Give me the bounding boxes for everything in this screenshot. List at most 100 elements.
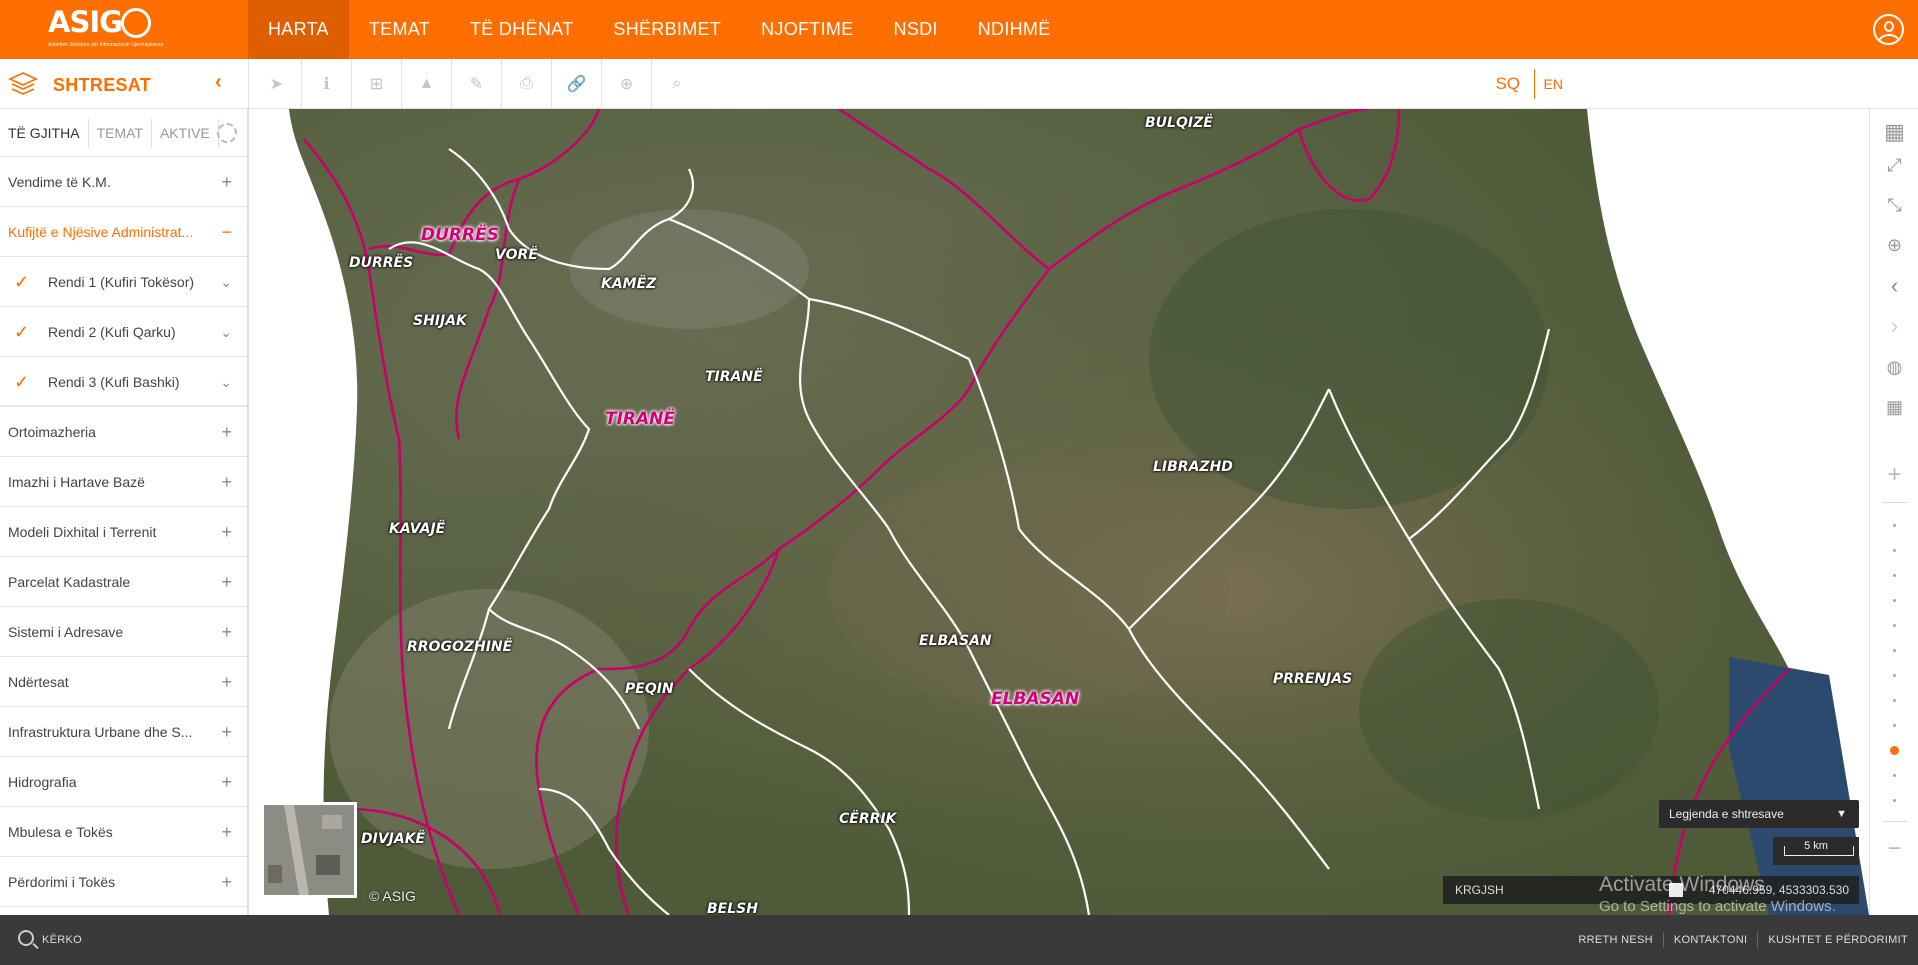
zoom-extent-icon[interactable]: ⤡ xyxy=(1870,195,1918,216)
tab-themes[interactable]: TEMAT xyxy=(89,118,152,147)
previous-extent-icon[interactable]: ‹ xyxy=(1870,273,1918,299)
grid-icon[interactable]: ▦ xyxy=(1870,397,1918,418)
nav-njoftime[interactable]: NJOFTIME xyxy=(741,0,873,59)
map-label: CËRRIK xyxy=(839,811,897,827)
tab-active[interactable]: AKTIVE xyxy=(152,118,219,147)
fullscreen-icon[interactable]: ⤢ xyxy=(1870,155,1918,176)
layer-group-row[interactable]: Infrastruktura Urbane dhe S... + xyxy=(0,707,247,757)
expand-icon[interactable]: + xyxy=(221,707,232,757)
nav-te-dhenat[interactable]: TË DHËNAT xyxy=(450,0,593,59)
windows-watermark-title: Activate Windows xyxy=(1599,873,1765,896)
collapse-icon[interactable]: − xyxy=(221,207,232,257)
expand-icon[interactable]: + xyxy=(221,157,232,207)
info-icon[interactable]: ℹ xyxy=(302,59,352,109)
footer-link-terms[interactable]: KUSHTET E PËRDORIMIT xyxy=(1757,932,1918,948)
layers-sidebar: TË GJITHA TEMAT AKTIVE Vendime të K.M. + … xyxy=(0,109,249,915)
copyright-text: © ASIG xyxy=(369,888,416,904)
nav-ndihme[interactable]: NDIHMË xyxy=(958,0,1071,59)
globe-icon[interactable]: ◍ xyxy=(1870,357,1918,378)
nav-harta[interactable]: HARTA xyxy=(248,0,349,59)
main-nav: HARTA TEMAT TË DHËNAT SHËRBIMET NJOFTIME… xyxy=(248,0,1071,59)
zoom-level-dot[interactable] xyxy=(1893,774,1896,777)
layer-group-row[interactable]: Hidrografia + xyxy=(0,757,247,807)
zoom-out-button[interactable]: − xyxy=(1870,835,1918,863)
legend-dropdown[interactable]: Legjenda e shtresave ▼ xyxy=(1659,800,1859,828)
search-icon[interactable] xyxy=(18,930,34,946)
tab-all[interactable]: TË GJITHA xyxy=(0,118,89,147)
map-canvas[interactable]: DURRËS DURRËS VORË KAMËZ SHIJAK BULQIZË … xyxy=(249,109,1869,915)
lang-sq[interactable]: SQ xyxy=(1495,74,1520,94)
expand-icon[interactable]: + xyxy=(221,557,232,607)
chevron-down-icon[interactable]: ⌄ xyxy=(220,357,232,407)
layer-group-row[interactable]: Modeli Dixhital i Terrenit + xyxy=(0,507,247,557)
logo-ring xyxy=(121,8,151,38)
layer-group-row[interactable]: Përdorimi i Tokës + xyxy=(0,857,247,907)
layer-group-row[interactable]: Vendime të K.M. + xyxy=(0,157,247,207)
footer-link-contact[interactable]: KONTAKTONI xyxy=(1662,932,1758,948)
zoom-level-dot[interactable] xyxy=(1893,599,1896,602)
expand-icon[interactable]: + xyxy=(221,607,232,657)
zoom-level-dot[interactable] xyxy=(1893,574,1896,577)
profile-icon[interactable]: ▲ xyxy=(402,59,452,109)
chevron-down-icon[interactable]: ⌄ xyxy=(220,257,232,307)
nav-temat[interactable]: TEMAT xyxy=(349,0,450,59)
map-label: BULQIZË xyxy=(1145,115,1213,131)
zoom-level-dot[interactable] xyxy=(1893,699,1896,702)
expand-icon[interactable]: + xyxy=(221,507,232,557)
search-icon[interactable]: ⌕ xyxy=(652,59,702,109)
nav-sherbimet[interactable]: SHËRBIMET xyxy=(593,0,741,59)
nav-nsdi[interactable]: NSDI xyxy=(874,0,958,59)
layer-group-row[interactable]: Ortoimazheria + xyxy=(0,407,247,457)
expand-icon[interactable]: + xyxy=(221,407,232,457)
checkmark-icon[interactable]: ✓ xyxy=(14,257,29,307)
crs-label[interactable]: KRGJSH xyxy=(1455,876,1504,904)
basemap-icon[interactable]: ▦ xyxy=(1870,119,1918,145)
zoom-level-dot[interactable] xyxy=(1893,624,1896,627)
zoom-level-dot[interactable] xyxy=(1893,674,1896,677)
checkmark-icon[interactable]: ✓ xyxy=(14,307,29,357)
scale-bar: 5 km xyxy=(1773,837,1859,865)
toolbar: SHTRESAT ‹ ➤ ℹ ⊞ ▲ ✎ ⎙ 🔗 ⊕ ⌕ SQ EN xyxy=(0,59,1918,109)
layer-group-row[interactable]: Sistemi i Adresave + xyxy=(0,607,247,657)
layer-group-row[interactable]: Parcelat Kadastrale + xyxy=(0,557,247,607)
lang-en[interactable]: EN xyxy=(1544,76,1563,92)
map-tools: ➤ ℹ ⊞ ▲ ✎ ⎙ 🔗 ⊕ ⌕ xyxy=(252,59,702,109)
overview-minimap[interactable] xyxy=(261,802,357,898)
search-link[interactable]: KËRKO xyxy=(42,934,82,946)
layer-row[interactable]: ✓ Rendi 1 (Kufiri Tokësor) ⌄ xyxy=(0,257,247,307)
layer-group-row[interactable]: Ndërtesat + xyxy=(0,657,247,707)
next-extent-icon[interactable]: › xyxy=(1870,313,1918,339)
link-icon[interactable]: 🔗 xyxy=(552,59,602,109)
expand-icon[interactable]: + xyxy=(221,657,232,707)
asig-logo[interactable]: ASIG Autoriteti Shtetëror për Informacio… xyxy=(48,7,164,51)
zoom-level-dot[interactable] xyxy=(1893,524,1896,527)
edit-icon[interactable]: ✎ xyxy=(452,59,502,109)
zoom-level-dot[interactable] xyxy=(1893,549,1896,552)
layer-group-row[interactable]: Kufijtë e Njësive Administrat... − xyxy=(0,207,247,257)
zoom-level-dot[interactable] xyxy=(1893,649,1896,652)
chevron-down-icon[interactable]: ⌄ xyxy=(220,307,232,357)
add-icon[interactable]: ⊞ xyxy=(352,59,402,109)
zoom-level-dot[interactable] xyxy=(1893,799,1896,802)
user-icon[interactable] xyxy=(1873,14,1904,45)
expand-icon[interactable]: + xyxy=(221,807,232,857)
plus-circle-icon[interactable]: ⊕ xyxy=(602,59,652,109)
settings-icon[interactable] xyxy=(217,123,237,143)
zoom-level-dot[interactable] xyxy=(1893,724,1896,727)
layer-row[interactable]: ✓ Rendi 3 (Kufi Bashki) ⌄ xyxy=(0,357,247,407)
layer-group-row[interactable]: Imazhi i Hartave Bazë + xyxy=(0,457,247,507)
zoom-in-button[interactable]: + xyxy=(1870,461,1918,489)
select-icon[interactable]: ➤ xyxy=(252,59,302,109)
expand-icon[interactable]: + xyxy=(221,857,232,907)
print-icon[interactable]: ⎙ xyxy=(502,59,552,109)
expand-icon[interactable]: + xyxy=(221,457,232,507)
layer-row[interactable]: ✓ Rendi 2 (Kufi Qarku) ⌄ xyxy=(0,307,247,357)
chevron-left-icon[interactable]: ‹ xyxy=(215,71,222,94)
checkmark-icon[interactable]: ✓ xyxy=(14,357,29,407)
layer-tabs: TË GJITHA TEMAT AKTIVE xyxy=(0,109,247,157)
layer-group-row[interactable]: Mbulesa e Tokës + xyxy=(0,807,247,857)
zoom-in-area-icon[interactable]: ⊕ xyxy=(1870,235,1918,256)
footer-link-about[interactable]: RRETH NESH xyxy=(1568,932,1663,948)
expand-icon[interactable]: + xyxy=(221,757,232,807)
zoom-level-indicator[interactable] xyxy=(1890,746,1899,755)
